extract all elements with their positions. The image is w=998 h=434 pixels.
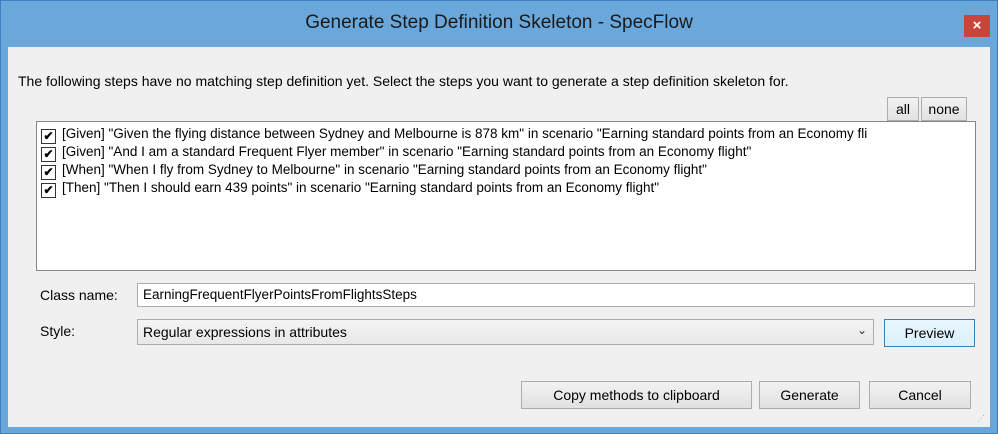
checkbox[interactable]: ✔ — [41, 129, 56, 144]
style-select[interactable]: Regular expressions in attributes ⌄ — [137, 319, 874, 345]
class-name-label: Class name: — [40, 287, 118, 303]
window-title: Generate Step Definition Skeleton - Spec… — [305, 12, 693, 33]
steps-list[interactable]: ✔ [Given] "Given the flying distance betw… — [36, 121, 976, 271]
class-name-input[interactable]: EarningFrequentFlyerPointsFromFlightsSte… — [137, 283, 975, 307]
close-icon[interactable]: × — [964, 15, 990, 37]
preview-button[interactable]: Preview — [884, 319, 975, 347]
list-item[interactable]: ✔ [Then] "Then I should earn 439 points" … — [41, 180, 659, 198]
select-all-button[interactable]: all — [887, 97, 919, 121]
step-text: [Given] "And I am a standard Frequent Fl… — [62, 144, 752, 159]
dialog-body: The following steps have no matching ste… — [8, 47, 990, 427]
step-text: [Then] "Then I should earn 439 points" i… — [62, 180, 660, 195]
resize-grip-icon[interactable]: ⋰ — [977, 414, 987, 424]
chevron-down-icon: ⌄ — [856, 323, 867, 337]
cancel-button[interactable]: Cancel — [869, 381, 971, 409]
copy-methods-button[interactable]: Copy methods to clipboard — [521, 381, 752, 409]
style-selected-value: Regular expressions in attributes — [143, 324, 347, 340]
list-item[interactable]: ✔ [When] "When I fly from Sydney to Melbo… — [41, 162, 707, 180]
checkbox[interactable]: ✔ — [41, 165, 56, 180]
title-bar[interactable]: Generate Step Definition Skeleton - Spec… — [1, 1, 997, 45]
step-text: [When] "When I fly from Sydney to Melbou… — [62, 162, 707, 177]
select-none-button[interactable]: none — [921, 97, 967, 121]
checkbox[interactable]: ✔ — [41, 183, 56, 198]
list-item[interactable]: ✔ [Given] "Given the flying distance betw… — [41, 126, 867, 144]
step-text: [Given] "Given the flying distance betwe… — [62, 126, 868, 141]
instruction-text: The following steps have no matching ste… — [18, 73, 789, 89]
checkbox[interactable]: ✔ — [41, 147, 56, 162]
generate-button[interactable]: Generate — [759, 381, 860, 409]
list-item[interactable]: ✔ [Given] "And I am a standard Frequent F… — [41, 144, 751, 162]
style-label: Style: — [40, 323, 76, 339]
dialog-window: Generate Step Definition Skeleton - Spec… — [0, 0, 998, 434]
